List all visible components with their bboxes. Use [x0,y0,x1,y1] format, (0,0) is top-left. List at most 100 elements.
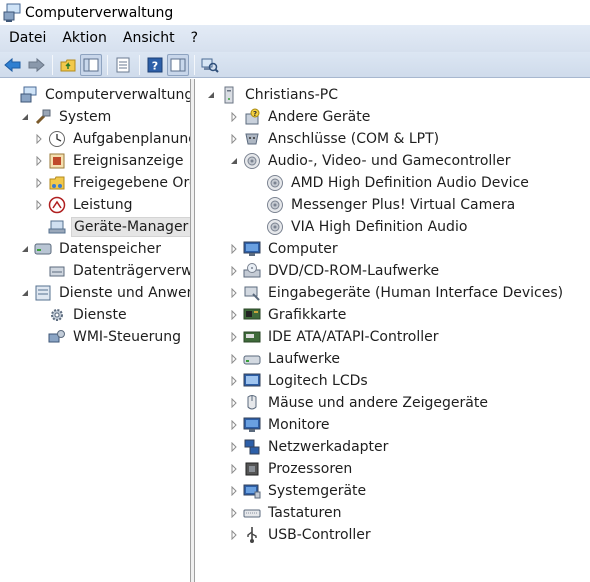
expand-toggle[interactable] [228,287,240,299]
collapse-toggle[interactable] [19,243,31,255]
tree-item[interactable]: Ereignisanzeige [33,150,186,172]
menu-bar: Datei Aktion Ansicht ? [0,25,590,52]
show-hide-tree-button[interactable] [80,53,102,76]
expand-toggle[interactable] [33,177,45,189]
tree-item-label: Logitech LCDs [268,373,368,389]
menu-aktion[interactable]: Aktion [54,25,115,52]
tree-item-label: Aufgabenplanung [73,131,190,147]
collapse-toggle[interactable] [19,111,31,123]
tree-item-label: Geräte-Manager [71,217,190,237]
back-arrow-icon [4,57,21,72]
collapse-toggle[interactable] [205,89,217,101]
clock-icon [48,130,66,148]
menu-datei[interactable]: Datei [1,25,54,52]
expand-toggle[interactable] [228,375,240,387]
device-tree-item[interactable]: ? Andere Geräte [228,106,372,128]
action-pane-button[interactable] [167,53,189,76]
device-tree-item[interactable]: Laufwerke [228,348,342,370]
device-tree-item[interactable]: IDE ATA/ATAPI-Controller [228,326,440,348]
tree-item[interactable]: Dienste [33,304,129,326]
device-tree-item[interactable]: USB-Controller [228,524,373,546]
expand-toggle[interactable] [228,331,240,343]
help-button[interactable]: ? [144,54,166,76]
disk-drive-icon [243,350,261,368]
device-tree-item[interactable]: Eingabegeräte (Human Interface Devices) [228,282,565,304]
computer-management-icon [3,3,21,22]
expand-toggle[interactable] [228,507,240,519]
device-tree-item[interactable]: Grafikkarte [228,304,348,326]
tree-item-label: DVD/CD-ROM-Laufwerke [268,263,440,279]
computer-tower-icon [220,86,238,104]
device-tree-item[interactable]: Systemgeräte [228,480,368,502]
expand-toggle[interactable] [33,199,45,211]
menu-help[interactable]: ? [183,25,206,52]
device-tree-item[interactable]: Netzwerkadapter [228,436,390,458]
up-button[interactable] [57,54,79,76]
forward-arrow-icon [28,57,45,72]
properties-button[interactable] [112,54,134,76]
collapse-toggle[interactable] [228,155,240,167]
services-apps-icon [34,284,52,302]
tree-item[interactable]: Freigegebene Ordr [33,172,190,194]
device-tree-item[interactable]: AMD High Definition Audio Device [251,172,531,194]
expand-toggle[interactable] [33,155,45,167]
monitor-icon [243,240,261,258]
tree-item[interactable]: Leistung [33,194,134,216]
device-tree-item[interactable]: Computer [228,238,340,260]
expand-toggle[interactable] [228,419,240,431]
tree-item-label: USB-Controller [268,527,371,543]
tree-item-label: Grafikkarte [268,307,347,323]
tree-item[interactable]: Geräte-Manager [33,216,190,238]
scan-hardware-icon [201,58,219,73]
tree-item-label: Audio-, Video- und Gamecontroller [268,153,511,169]
tree-item[interactable]: WMI-Steuerung [33,326,183,348]
device-tree-item[interactable]: Tastaturen [228,502,343,524]
expand-toggle[interactable] [33,133,45,145]
expand-toggle[interactable] [228,463,240,475]
tree-item[interactable]: Datenspeicher [19,238,163,260]
tree-item-label: AMD High Definition Audio Device [291,175,529,191]
device-tree-item[interactable]: Christians-PC [205,84,340,106]
tree-item[interactable]: Datenträgerverwalt [33,260,190,282]
tree-item-label: Eingabegeräte (Human Interface Devices) [268,285,564,301]
expand-toggle[interactable] [228,529,240,541]
scan-hardware-button[interactable] [199,54,221,76]
toolbar: ? [0,52,590,78]
collapse-toggle[interactable] [19,287,31,299]
tree-item[interactable]: System [19,106,113,128]
tree-item-label: Messenger Plus! Virtual Camera [291,197,516,213]
tree-item-label: Prozessoren [268,461,353,477]
device-tree-item[interactable]: Prozessoren [228,458,354,480]
expand-toggle[interactable] [228,397,240,409]
back-button[interactable] [2,54,24,76]
properties-icon [116,57,130,72]
device-tree-item[interactable]: Audio-, Video- und Gamecontroller [228,150,513,172]
tree-item[interactable]: Dienste und Anwendu [19,282,190,304]
device-tree-item[interactable]: Messenger Plus! Virtual Camera [251,194,517,216]
tree-item-label: Tastaturen [268,505,342,521]
toolbar-separator [194,54,195,75]
svg-text:?: ? [152,59,158,72]
menu-ansicht[interactable]: Ansicht [115,25,183,52]
device-tree-item[interactable]: Logitech LCDs [228,370,370,392]
forward-button[interactable] [25,54,47,76]
expand-toggle[interactable] [228,243,240,255]
expand-toggle[interactable] [228,133,240,145]
expand-toggle[interactable] [228,309,240,321]
tree-item[interactable]: Aufgabenplanung [33,128,190,150]
expand-toggle[interactable] [228,353,240,365]
expand-toggle[interactable] [228,441,240,453]
device-tree-item[interactable]: VIA High Definition Audio [251,216,469,238]
device-tree-item[interactable]: Mäuse und andere Zeigegeräte [228,392,490,414]
tree-item-label: Mäuse und andere Zeigegeräte [268,395,488,411]
expand-toggle[interactable] [228,265,240,277]
tree-item[interactable]: Computerverwaltung (Lo [5,84,190,106]
expand-toggle[interactable] [228,111,240,123]
device-tree-item[interactable]: DVD/CD-ROM-Laufwerke [228,260,441,282]
expand-toggle[interactable] [228,485,240,497]
tools-icon [34,108,52,126]
device-tree-item[interactable]: Monitore [228,414,332,436]
device-tree-item[interactable]: Anschlüsse (COM & LPT) [228,128,441,150]
